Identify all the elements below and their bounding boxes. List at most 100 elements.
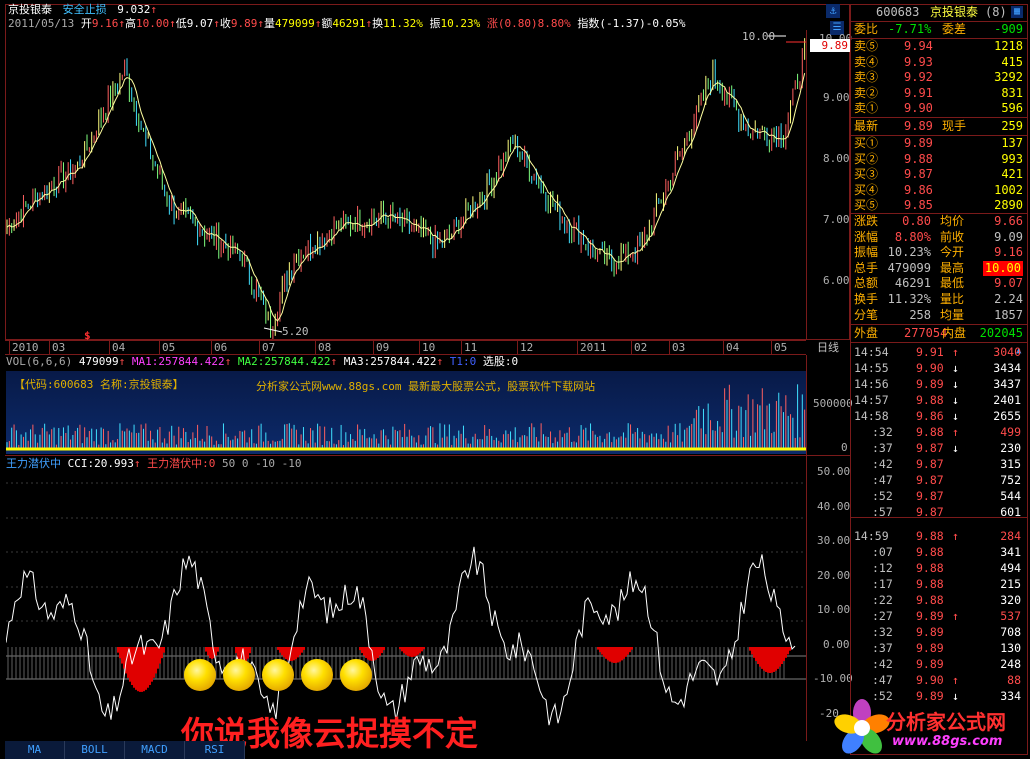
panel-divider xyxy=(5,455,850,456)
date-label: 2011/05/13 xyxy=(8,17,75,30)
anchor-icon[interactable]: ⚓ xyxy=(826,4,840,18)
date-tick: 03 xyxy=(669,341,685,355)
tick-price: 9.88 xyxy=(916,425,944,439)
buy-row[interactable]: 买② 9.88 993 xyxy=(852,152,1027,167)
cci-sub-name: 王力潜伏中:0 xyxy=(147,457,216,470)
tick-price: 9.89 xyxy=(916,641,944,655)
tab-ma[interactable]: MA xyxy=(5,741,65,759)
sell-row[interactable]: 卖② 9.91 831 xyxy=(852,86,1027,101)
date-tick: 06 xyxy=(211,341,227,355)
low-value: 9.07 xyxy=(186,17,214,30)
buy-row[interactable]: 买③ 9.87 421 xyxy=(852,167,1027,182)
tick-time: 14:54 xyxy=(854,345,889,359)
tick-time: :47 xyxy=(872,673,893,687)
tick-row: :52 9.87 544 xyxy=(852,489,1027,504)
tab-rsi[interactable]: RSI xyxy=(185,741,245,759)
cci-tick: 40.00 xyxy=(817,500,851,513)
quote-close-icon[interactable]: ▦ xyxy=(1011,6,1023,18)
stat-row: 总额 46291 最低 9.07 xyxy=(852,276,1027,291)
date-tick: 05 xyxy=(771,341,787,355)
tick-time: :32 xyxy=(872,425,893,439)
tick-time: :17 xyxy=(872,577,893,591)
cci-header: 王力潜伏中 CCI:20.993↑ 王力潜伏中:0 50 0 -10 -10 xyxy=(6,457,302,470)
tick-price: 9.87 xyxy=(916,441,944,455)
vol-value: 479099 xyxy=(78,355,119,368)
low-label: 低 xyxy=(175,17,187,30)
stat-value: 9.66 xyxy=(994,214,1023,228)
tab-macd[interactable]: MACD xyxy=(125,741,185,759)
tick-row: :47 9.87 752 xyxy=(852,473,1027,488)
tick-row: 14:55 9.90 ↓ 3434 xyxy=(852,361,1027,376)
tick-volume: 499 xyxy=(1000,425,1021,439)
quote-badge: (8) xyxy=(985,5,1007,19)
tick-direction: ↑ xyxy=(952,425,959,439)
pick-value: 选股:0 xyxy=(482,355,519,368)
tick-direction: ↑ xyxy=(952,609,959,623)
tick-row: :47 9.90 ↑ 88 xyxy=(852,673,1027,688)
buy-row[interactable]: 买⑤ 9.85 2890 xyxy=(852,198,1027,213)
tick-volume: 230 xyxy=(1000,441,1021,455)
tick-price: 9.90 xyxy=(916,673,944,687)
vol-tick: 0 xyxy=(841,441,848,454)
tick-time: :37 xyxy=(872,641,893,655)
sell-price: 9.93 xyxy=(904,54,933,69)
waipan-row: 外盘 277054 内盘 202045 xyxy=(852,326,1027,341)
buy-row[interactable]: 买④ 9.86 1002 xyxy=(852,183,1027,198)
tick-time: 14:59 xyxy=(854,529,889,543)
sell-row[interactable]: 卖⑤ 9.94 1218 xyxy=(852,39,1027,54)
tick-price: 9.86 xyxy=(916,409,944,423)
sell-volume: 596 xyxy=(1001,101,1023,116)
tick-row: :32 9.89 708 xyxy=(852,625,1027,640)
stat-value: 11.32% xyxy=(887,292,931,306)
stat-label: 最高 xyxy=(940,260,965,275)
tick-direction: ↓ xyxy=(952,441,959,455)
sell-label: 卖⑤ xyxy=(854,39,879,53)
sell-row[interactable]: 卖① 9.90 596 xyxy=(852,101,1027,116)
high-label: 高 xyxy=(124,17,136,30)
date-tick: 09 xyxy=(373,341,389,355)
price-tick: 9.00 xyxy=(823,91,850,104)
sell-price: 9.94 xyxy=(904,39,933,53)
ma-line xyxy=(6,73,806,322)
period-tab[interactable]: 日线 xyxy=(806,340,850,355)
sell-label: 卖② xyxy=(854,85,879,100)
indicator-name: 安全止损 xyxy=(62,3,107,16)
stat-row: 分笔 258 均量 1857 xyxy=(852,308,1027,323)
tick-time: 14:55 xyxy=(854,361,889,375)
tick-volume: 248 xyxy=(1000,657,1021,671)
stat-value: 10.00 xyxy=(982,260,1023,276)
change-text: 涨(0.80)8.80% xyxy=(486,17,571,30)
sell-row[interactable]: 卖④ 9.93 415 xyxy=(852,55,1027,70)
buy-price: 9.89 xyxy=(904,136,933,150)
date-tick: 05 xyxy=(159,341,175,355)
ma2-value: MA2:257844.422 xyxy=(237,355,331,368)
tick-direction: ↑ xyxy=(952,345,959,359)
neipan-value: 202045 xyxy=(979,326,1023,340)
tab-boll[interactable]: BOLL xyxy=(65,741,125,759)
sell-price: 9.90 xyxy=(904,101,933,116)
low-marker: 5.20 xyxy=(282,325,309,338)
sell-price: 9.92 xyxy=(904,70,933,85)
logo-title: 分析家公式网 xyxy=(886,710,1006,734)
sell-row[interactable]: 卖③ 9.92 3292 xyxy=(852,70,1027,85)
yellow-ball-icon xyxy=(262,659,294,691)
volume-value: 479099 xyxy=(274,17,315,30)
ma1-value: MA1:257844.422 xyxy=(131,355,225,368)
stat-value: 10.23% xyxy=(887,245,931,260)
stat-value: 46291 xyxy=(894,276,931,291)
tick-volume: 708 xyxy=(1000,625,1021,639)
tick-direction: ↑ xyxy=(952,673,959,687)
vol-params: VOL(6,6,6) xyxy=(6,355,73,368)
tick-price: 9.89 xyxy=(916,609,944,623)
stat-label: 分笔 xyxy=(854,307,879,322)
tick-price: 9.88 xyxy=(916,393,944,407)
tick-price: 9.91 xyxy=(916,345,944,359)
divider xyxy=(851,324,1027,325)
sell-volume: 1218 xyxy=(994,39,1023,53)
tick-row: 14:56 9.89 ↓ 3437 xyxy=(852,377,1027,392)
date-tick: 2010 xyxy=(9,341,39,355)
buy-row[interactable]: 买① 9.89 137 xyxy=(852,136,1027,151)
stock-name: 京投银泰 xyxy=(8,3,52,16)
cci-chart xyxy=(6,482,806,726)
tick-volume: 284 xyxy=(1000,529,1021,543)
